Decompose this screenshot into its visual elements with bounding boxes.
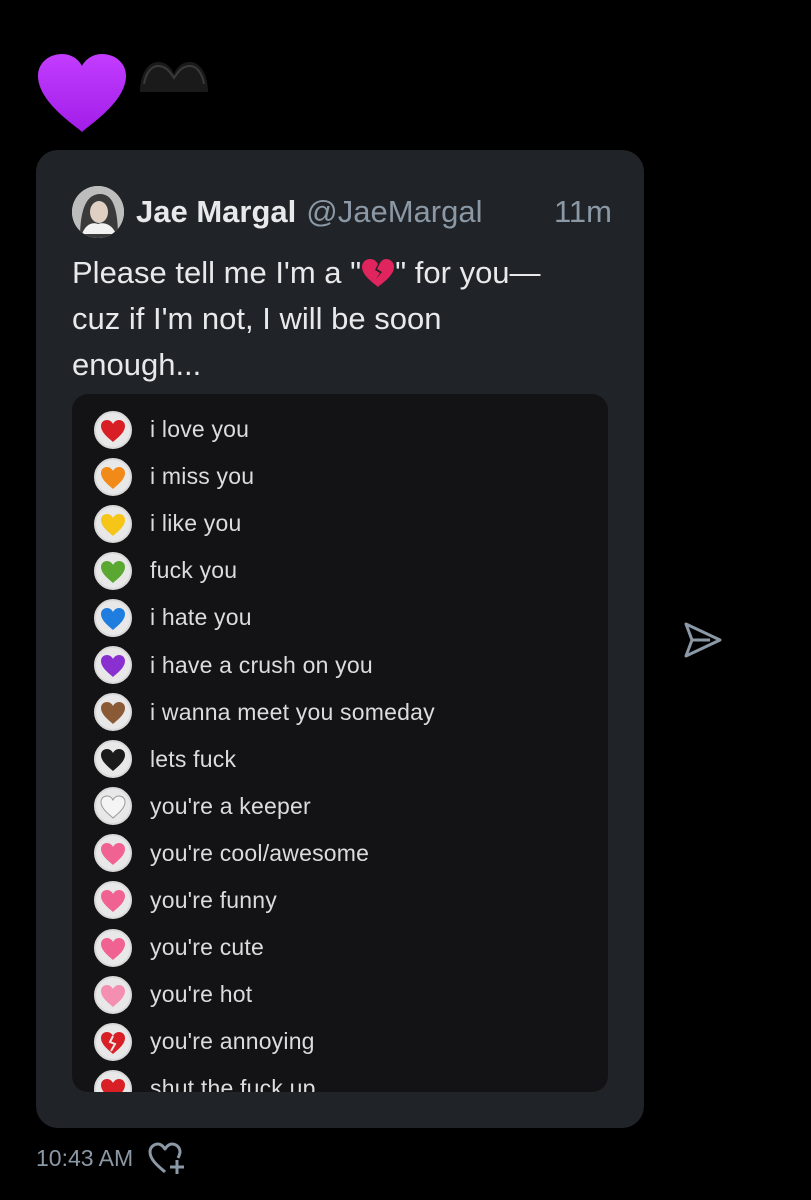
growing-heart-icon — [94, 975, 132, 1014]
list-item: you're cool/awesome — [94, 830, 594, 877]
heart-meaning-list: i love you i miss you i like you fuck you i … — [94, 406, 594, 1092]
list-item-label: shut the fuck up — [150, 1075, 316, 1092]
list-item: i love you — [94, 406, 594, 453]
list-item-label: you're funny — [150, 886, 277, 913]
send-icon[interactable] — [680, 618, 724, 662]
tweet-media-image[interactable]: i love you i miss you i like you fuck you i … — [72, 394, 608, 1092]
list-item-label: you're cute — [150, 934, 264, 961]
list-item: fuck you — [94, 547, 594, 594]
tweet-text-line-3: enough... — [72, 347, 202, 382]
list-item-label: i like you — [150, 510, 242, 537]
broken-heart-icon — [362, 259, 395, 287]
message-footer: 10:43 AM — [36, 1140, 187, 1176]
list-item: you're hot — [94, 971, 594, 1018]
blue-heart-icon — [94, 598, 132, 637]
list-item-label: i love you — [150, 416, 250, 443]
list-item: i like you — [94, 500, 594, 547]
list-item-label: i wanna meet you someday — [150, 698, 435, 725]
list-item: you're annoying — [94, 1018, 594, 1065]
white-heart-icon — [94, 787, 132, 826]
list-item-label: fuck you — [150, 557, 238, 584]
tweet-text-line-1: Please tell me I'm a " " for you— — [72, 255, 541, 290]
black-heart-icon — [140, 62, 208, 92]
list-item: you're a keeper — [94, 783, 594, 830]
heart-with-ribbon-icon — [94, 881, 132, 920]
sparkling-heart-icon — [94, 928, 132, 967]
author-handle[interactable]: @JaeMargal — [306, 194, 482, 230]
list-item-label: i hate you — [150, 604, 252, 631]
list-item-label: you're cool/awesome — [150, 839, 370, 866]
list-item-label: i miss you — [150, 463, 255, 490]
list-item: you're funny — [94, 877, 594, 924]
message-timestamp: 10:43 AM — [36, 1144, 134, 1171]
list-item-label: you're hot — [150, 981, 253, 1008]
list-item: i have a crush on you — [94, 641, 594, 688]
list-item: shut the fuck up — [94, 1065, 594, 1092]
list-item-label: you're annoying — [150, 1028, 315, 1055]
orange-heart-icon — [94, 457, 132, 496]
list-item-label: you're a keeper — [150, 792, 311, 819]
avatar[interactable] — [72, 186, 124, 238]
author-display-name[interactable]: Jae Margal — [136, 194, 296, 230]
list-item: lets fuck — [94, 736, 594, 783]
brown-heart-icon — [94, 693, 132, 732]
tweet-text-line-2: cuz if I'm not, I will be soon — [72, 301, 442, 336]
heart-with-arrow-icon — [94, 834, 132, 873]
purple-heart-icon — [94, 646, 132, 685]
tweet-time-ago: 11m — [553, 194, 612, 229]
broken-heart-icon — [94, 1022, 132, 1061]
red-heart-icon — [94, 410, 132, 449]
list-item-label: lets fuck — [150, 745, 237, 772]
dm-conversation: Jae Margal @JaeMargal 11m Please tell me… — [0, 0, 811, 1200]
add-reaction-heart-icon[interactable] — [147, 1141, 187, 1175]
list-item-label: i have a crush on you — [150, 651, 373, 678]
list-item: you're cute — [94, 924, 594, 971]
green-heart-icon — [94, 551, 132, 590]
yellow-heart-icon — [94, 504, 132, 543]
list-item: i hate you — [94, 594, 594, 641]
tweet-header: Jae Margal @JaeMargal 11m — [72, 186, 612, 238]
tweet-text: Please tell me I'm a " " for you— cuz if … — [72, 250, 612, 388]
list-item: i wanna meet you someday — [94, 689, 594, 736]
list-item: i miss you — [94, 453, 594, 500]
quoted-tweet-card[interactable]: Jae Margal @JaeMargal 11m Please tell me… — [36, 150, 644, 1128]
message-reactions[interactable] — [36, 52, 236, 132]
black-heart-icon — [94, 740, 132, 779]
red-heart-icon — [94, 1069, 132, 1092]
purple-heart-icon — [38, 54, 126, 132]
